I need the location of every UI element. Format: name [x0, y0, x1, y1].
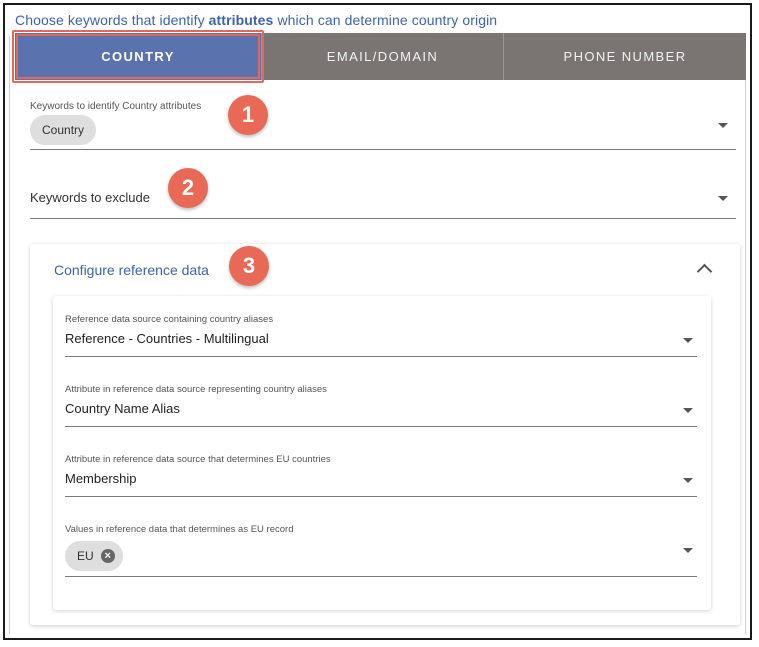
caret-down-icon[interactable] [718, 123, 728, 128]
step-badge-1: 1 [228, 95, 268, 135]
step-badge-3: 3 [229, 246, 269, 286]
divider [745, 36, 746, 634]
exclude-keywords-select[interactable]: Keywords to exclude [30, 190, 736, 219]
field-value: Country Name Alias [65, 401, 180, 416]
heading-bold-text: attributes [208, 12, 274, 28]
close-circle-icon[interactable]: × [100, 549, 115, 563]
field-value: Reference - Countries - Multilingual [65, 331, 269, 346]
field-label: Reference data source containing country… [65, 314, 274, 325]
reference-data-title[interactable]: Configure reference data [54, 262, 209, 278]
step-badge-2: 2 [168, 168, 208, 208]
country-keywords-label: Keywords to identify Country attributes [30, 101, 202, 112]
eu-value-chip[interactable]: EU × [65, 541, 123, 571]
tab-phone-number[interactable]: PHONE NUMBER [504, 33, 746, 80]
chevron-up-icon[interactable] [696, 263, 713, 280]
heading-text: which can determine country origin [273, 12, 498, 28]
eu-values-select[interactable]: Values in reference data that determines… [65, 524, 697, 577]
page-heading: Choose keywords that identify attributes… [15, 12, 497, 28]
divider [9, 36, 10, 634]
chip-label: EU [77, 549, 94, 563]
caret-down-icon[interactable] [683, 408, 693, 413]
field-value: Membership [65, 471, 137, 486]
exclude-keywords-label: Keywords to exclude [30, 190, 150, 205]
field-label: Attribute in reference data source that … [65, 454, 331, 465]
tab-email-domain[interactable]: EMAIL/DOMAIN [261, 33, 504, 80]
tab-bar: COUNTRY EMAIL/DOMAIN PHONE NUMBER [12, 30, 746, 83]
caret-down-icon[interactable] [683, 548, 693, 553]
caret-down-icon[interactable] [683, 338, 693, 343]
reference-source-select[interactable]: Reference data source containing country… [65, 314, 697, 357]
field-label: Values in reference data that determines… [65, 524, 294, 535]
heading-text: Choose keywords that identify [15, 12, 209, 28]
field-label: Attribute in reference data source repre… [65, 384, 327, 395]
alias-attribute-select[interactable]: Attribute in reference data source repre… [65, 384, 697, 427]
caret-down-icon[interactable] [683, 478, 693, 483]
country-keywords-select[interactable]: Keywords to identify Country attributes … [30, 101, 736, 150]
reference-data-panel: Configure reference data Reference data … [30, 244, 740, 625]
panel-frame: Choose keywords that identify attributes… [3, 3, 752, 640]
keyword-chip[interactable]: Country [30, 115, 97, 145]
caret-down-icon[interactable] [718, 196, 728, 201]
tab-country[interactable]: COUNTRY [12, 30, 264, 83]
eu-attribute-select[interactable]: Attribute in reference data source that … [65, 454, 697, 497]
reference-data-form: Reference data source containing country… [53, 296, 711, 610]
